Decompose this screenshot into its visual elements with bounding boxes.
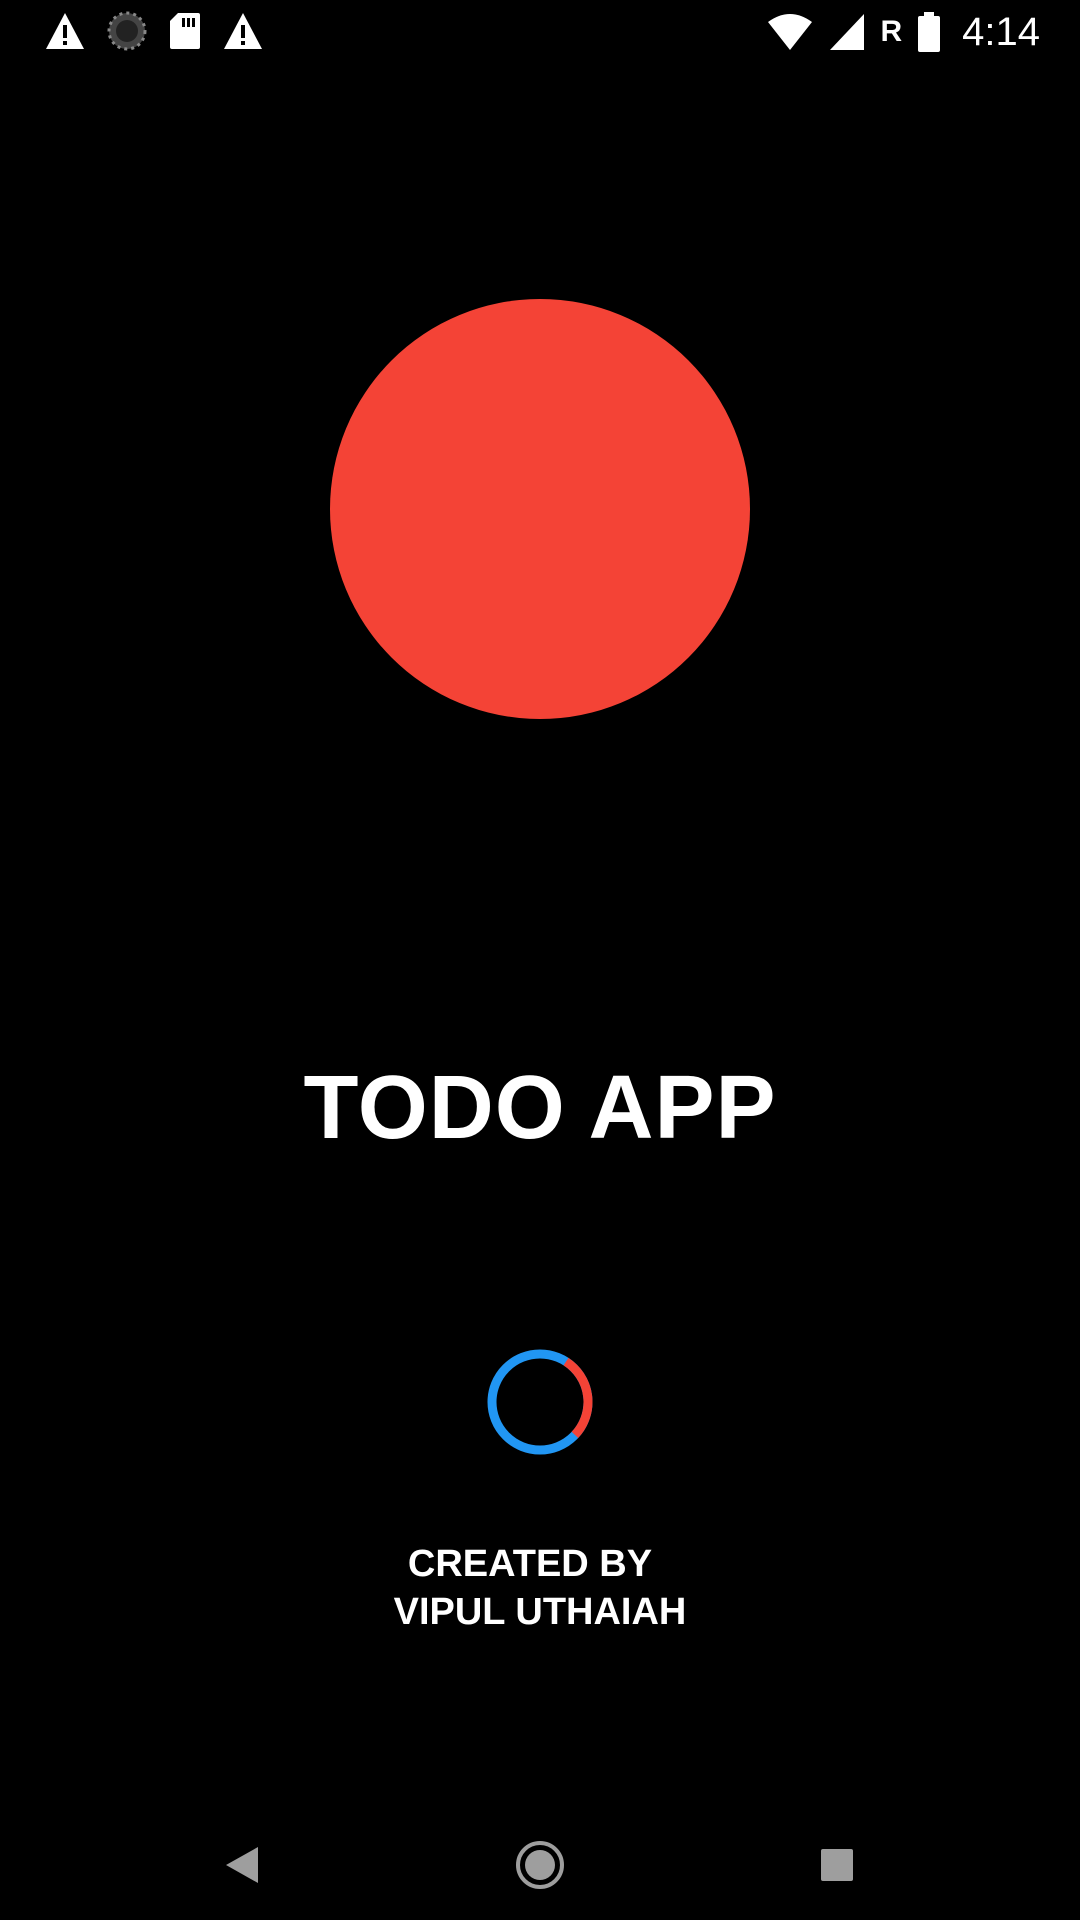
home-icon — [516, 1841, 564, 1889]
roaming-indicator: R — [880, 15, 903, 48]
wifi-icon — [768, 14, 813, 50]
back-button[interactable] — [207, 1830, 277, 1900]
credits: CREATED BY VIPUL UTHAIAH — [0, 1540, 1080, 1636]
recents-button[interactable] — [802, 1830, 872, 1900]
spinner-accent-arc — [563, 1357, 593, 1438]
loading-spinner — [487, 1349, 593, 1455]
credit-author: VIPUL UTHAIAH — [393, 1591, 687, 1633]
warning-icon — [46, 13, 84, 49]
back-icon — [226, 1847, 258, 1883]
loading-icon — [107, 11, 147, 51]
sd-card-icon — [170, 13, 200, 49]
app-title: TODO APP — [303, 1058, 777, 1158]
home-button[interactable] — [505, 1830, 575, 1900]
recents-icon — [821, 1849, 853, 1881]
cell-signal-icon — [830, 14, 865, 50]
credit-label: CREATED BY — [407, 1543, 653, 1585]
status-system: R 4:14 — [766, 10, 1040, 54]
status-notifications — [44, 10, 264, 52]
warning-icon — [224, 13, 262, 49]
splash-screen: R 4:14 TODO APP CREATED BY VIPUL UTHAIAH — [0, 0, 1080, 1920]
app-logo-circle — [330, 299, 750, 719]
navigation-bar — [0, 1810, 1080, 1920]
battery-icon — [918, 12, 941, 52]
clock: 4:14 — [962, 10, 1040, 54]
status-bar: R 4:14 — [0, 0, 1080, 64]
